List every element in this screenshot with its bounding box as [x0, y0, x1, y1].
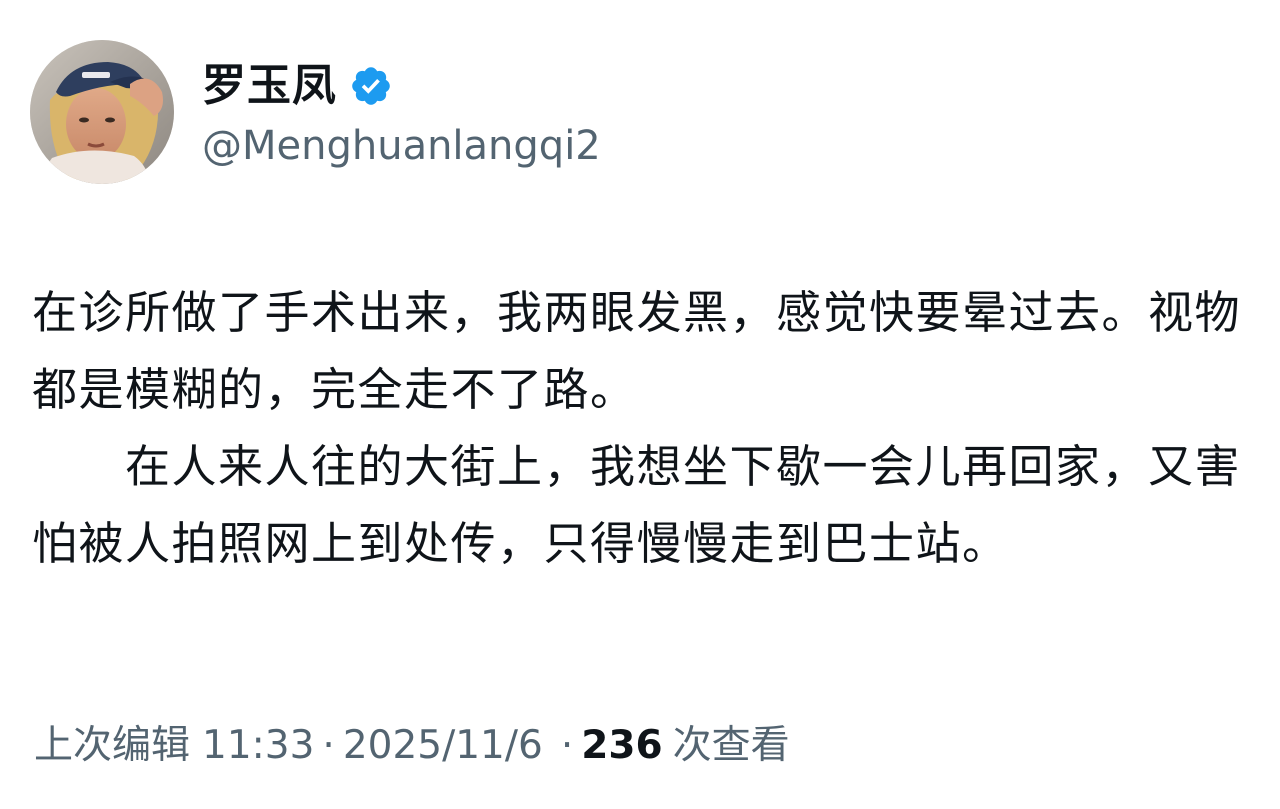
- views-label: 次查看: [672, 723, 790, 768]
- tweet-time[interactable]: 11:33: [202, 716, 314, 776]
- author-name-row: 罗玉凤: [202, 56, 393, 116]
- avatar-photo-icon: [30, 40, 174, 184]
- author-handle[interactable]: @Menghuanlangqi2: [202, 118, 601, 174]
- tweet-text: 在诊所做了手术出来，我两眼发黑，感觉快要晕过去。视物都是模糊的，完全走不了路。 …: [32, 274, 1252, 582]
- tweet-paragraph: 在诊所做了手术出来，我两眼发黑，感觉快要晕过去。视物都是模糊的，完全走不了路。: [32, 286, 1242, 416]
- views-count: 236: [581, 723, 663, 768]
- tweet-paragraph: 在人来人往的大街上，我想坐下歇一会儿再回家，又害怕被人拍照网上到处传，只得慢慢走…: [32, 440, 1242, 570]
- meta-separator: ·: [560, 723, 574, 768]
- tweet-date[interactable]: 2025/11/6: [343, 716, 543, 776]
- verified-badge-icon[interactable]: [349, 64, 393, 108]
- tweet-meta: 上次编辑 11:33 · 2025/11/6 · 236 次查看: [34, 716, 790, 776]
- display-name[interactable]: 罗玉凤: [202, 56, 337, 116]
- tweet-card: 罗玉凤 @Menghuanlangqi2 在诊所做了手术出来，我两眼发黑，感觉快…: [0, 0, 1280, 809]
- edited-label[interactable]: 上次编辑: [34, 716, 190, 776]
- avatar[interactable]: [30, 40, 174, 184]
- meta-separator: ·: [322, 723, 335, 768]
